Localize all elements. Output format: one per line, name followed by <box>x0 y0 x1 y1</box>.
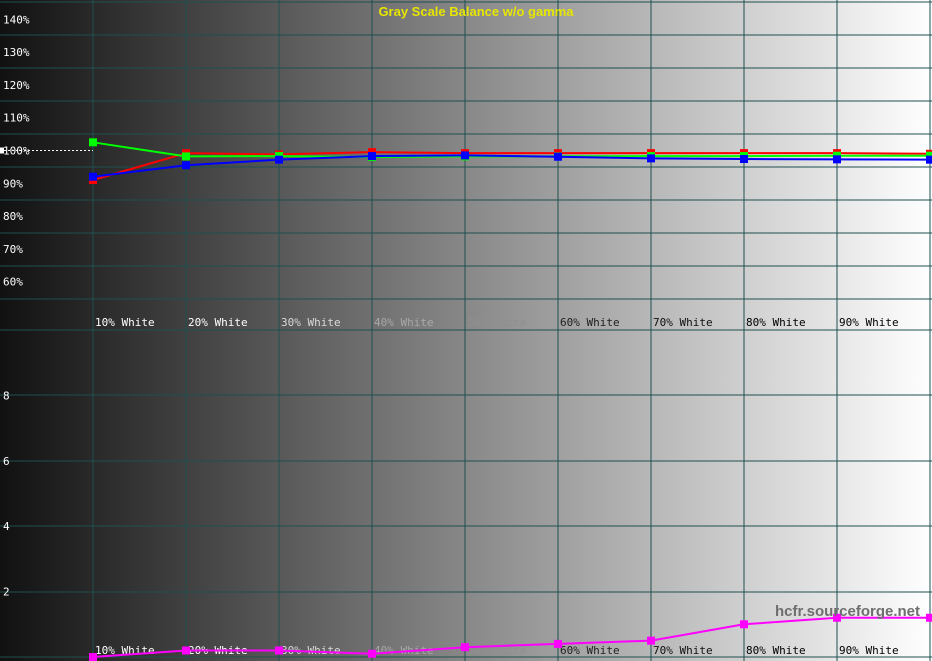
magenta-series-point <box>89 653 97 661</box>
y-tick-label: 80% <box>3 210 23 223</box>
x-tick-label: 50% White <box>467 316 527 329</box>
green-series-point <box>89 138 97 147</box>
magenta-series-point <box>554 639 562 648</box>
magenta-series-point <box>740 620 748 629</box>
blue-series-point <box>89 172 97 181</box>
x-tick-label: 80% White <box>746 316 806 329</box>
y-tick-label: 6 <box>3 455 10 468</box>
blue-series-point <box>926 155 932 164</box>
y-tick-label: 110% <box>3 112 30 125</box>
magenta-series-point <box>647 636 655 645</box>
y-tick-label: 120% <box>3 79 30 92</box>
x-tick-label: 60% White <box>560 316 620 329</box>
x-tick-label: 60% White <box>560 644 620 657</box>
y-tick-label: 4 <box>3 520 10 533</box>
y-tick-label: 90% <box>3 177 23 190</box>
blue-series-point <box>368 152 376 161</box>
y-tick-label: 8 <box>3 389 10 402</box>
watermark-text: hcfr.sourceforge.net <box>775 603 920 620</box>
y-tick-label: 60% <box>3 276 23 289</box>
chart-title: Gray Scale Balance w/o gamma <box>378 4 574 19</box>
magenta-series-point <box>461 643 469 652</box>
x-tick-label: 80% White <box>746 644 806 657</box>
x-tick-label: 40% White <box>374 316 434 329</box>
y-tick-label: 2 <box>3 586 10 599</box>
gray-scale-chart: 140% 130% 120% 110% 100% 90% 80% 70% 60% 8 6 4 2 10%… <box>0 0 932 661</box>
x-tick-label: 90% White <box>839 644 899 657</box>
magenta-series-point <box>926 613 932 622</box>
y-tick-label: 100% <box>3 145 30 158</box>
x-tick-label: 70% White <box>653 644 713 657</box>
chart-canvas: 140% 130% 120% 110% 100% 90% 80% 70% 60% 8 6 4 2 10%… <box>0 0 932 661</box>
blue-series-point <box>647 154 655 163</box>
blue-series-point <box>833 155 841 164</box>
blue-series-point <box>275 155 283 164</box>
y-tick-label: 130% <box>3 46 30 59</box>
blue-series-point <box>554 152 562 161</box>
x-tick-label: 10% White <box>95 316 155 329</box>
x-tick-label: 90% White <box>839 316 899 329</box>
magenta-series-point <box>368 649 376 658</box>
magenta-series-point <box>275 646 283 655</box>
y-tick-label: 140% <box>3 13 30 26</box>
y-tick-label: 70% <box>3 243 23 256</box>
blue-series-point <box>740 155 748 164</box>
x-tick-label: 30% White <box>281 316 341 329</box>
x-tick-label: 20% White <box>188 316 248 329</box>
green-series-point <box>182 152 190 161</box>
blue-series-point <box>461 151 469 160</box>
magenta-series-point <box>182 646 190 655</box>
blue-series-point <box>182 161 190 170</box>
x-tick-label: 70% White <box>653 316 713 329</box>
